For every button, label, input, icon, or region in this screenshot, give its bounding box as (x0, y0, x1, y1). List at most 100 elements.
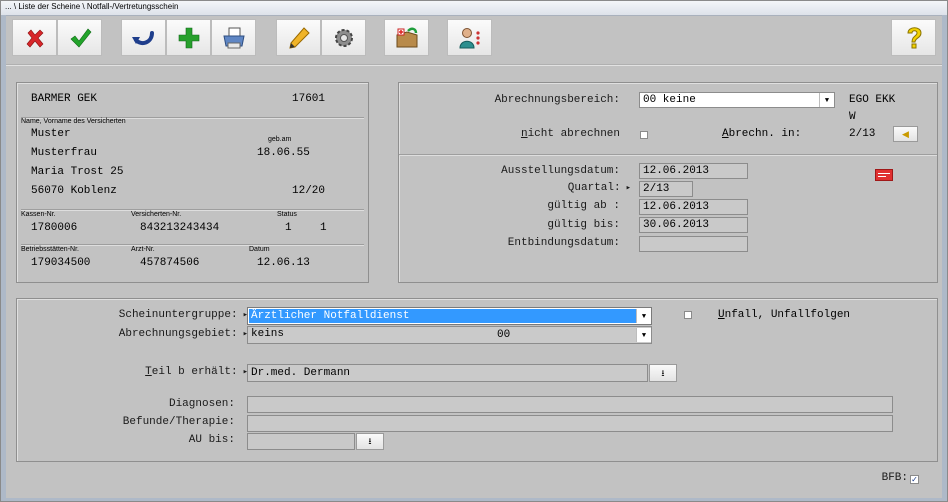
gebiet-label: Abrechnungsgebiet: (119, 328, 248, 340)
window-title: ... \ Liste der Scheine \ Notfall-/Vertr… (5, 2, 179, 11)
status-value-2: 1 (320, 222, 327, 234)
patient-city: 56070 Koblenz (31, 185, 117, 197)
edit-button[interactable] (276, 19, 321, 56)
versicherten-nr: 843213243434 (140, 222, 220, 234)
card-date: 12.06.13 (257, 257, 310, 269)
printer-icon (222, 27, 245, 48)
unfall-checkbox[interactable] (684, 311, 692, 319)
download-arrow-icon: ⭳ (368, 436, 372, 446)
chevron-down-icon[interactable]: ▼ (636, 309, 651, 323)
abrechn-in-hotkey: A (722, 128, 729, 140)
insurance-card-panel: BARMER GEK 17601 Name, Vorname des Versi… (16, 82, 369, 283)
teil-b-dropdown-button[interactable]: ⭳ (649, 364, 677, 382)
billing-panel: Abrechnungsbereich: 00 keine ▼ EGO EKK W… (398, 82, 938, 283)
pencil-icon (288, 26, 310, 49)
patient-last-name: Muster (31, 128, 71, 140)
status-value-1: 1 (285, 222, 292, 234)
settings-button[interactable] (321, 19, 366, 56)
ausstellungsdatum-field[interactable]: 12.06.2013 (639, 163, 748, 179)
birth-date: 18.06.55 (257, 147, 310, 159)
patient-button[interactable] (447, 19, 492, 56)
bsnr-label: Betriebsstätten-Nr. (21, 246, 79, 253)
gueltig-bis-label: gültig bis: (547, 219, 620, 231)
diagnosen-field[interactable] (247, 396, 893, 413)
abrechnungsbereich-label: Abrechnungsbereich: (494, 94, 620, 106)
arzt-nr: 457874506 (140, 257, 200, 269)
bfb-checkbox[interactable]: ✓ (910, 475, 919, 484)
unfall-text: nfall, Unfallfolgen (724, 309, 851, 321)
window-frame-right (942, 15, 947, 501)
diagnosen-label: Diagnosen: (168, 398, 235, 410)
unfall-hotkey: U (718, 309, 725, 321)
teil-b-label: Teil b erhält: (145, 366, 248, 378)
gear-icon (334, 28, 353, 47)
teil-b-field[interactable]: Dr.med. Dermann (247, 364, 648, 382)
gebiet-value: keins (251, 328, 285, 340)
befunde-field[interactable] (247, 415, 893, 432)
abrechnungsbereich-select[interactable]: 00 keine ▼ (639, 92, 835, 108)
datum-label: Datum (249, 246, 270, 253)
card-valid-until: 12/20 (292, 185, 326, 197)
confirm-button[interactable] (57, 19, 102, 56)
untergruppe-select[interactable]: Ärztlicher Notfalldienst ▼ (247, 307, 652, 325)
undo-button[interactable] (121, 19, 166, 56)
nicht-abrechnen-label: nicht abrechnen (521, 128, 620, 140)
entbindungsdatum-label: Entbindungsdatum: (507, 237, 620, 249)
gebiet-code: 00 (497, 329, 511, 341)
befunde-label: Befunde/Therapie: (122, 416, 235, 428)
add-button[interactable] (166, 19, 211, 56)
title-bar[interactable]: ... \ Liste der Scheine \ Notfall-/Vertr… (1, 1, 947, 16)
nicht-abrechnen-checkbox[interactable] (640, 131, 648, 139)
abrechn-in-value: 2/13 (849, 128, 876, 140)
abrechn-in-button[interactable]: ◀ (893, 126, 918, 142)
chevron-down-icon[interactable]: ▼ (819, 93, 834, 107)
kasse-code: 17601 (292, 93, 326, 105)
gueltig-bis-field[interactable]: 30.06.2013 (639, 217, 748, 233)
download-arrow-icon: ⭳ (661, 368, 665, 378)
red-x-icon (26, 29, 43, 47)
nicht-abrechnen-text: icht abrechnen (527, 128, 620, 140)
abrechn-in-label: Abrechn. in: (722, 128, 801, 140)
entbindungsdatum-field[interactable] (639, 236, 748, 252)
kassen-nr-label: Kassen-Nr. (21, 211, 56, 218)
ego-sub: W (849, 111, 856, 123)
abrechn-in-text: brechn. in: (728, 128, 802, 140)
small-arrow-icon: ◀ (902, 129, 909, 139)
question-mark-icon (906, 26, 922, 48)
help-button[interactable] (891, 19, 936, 56)
au-bis-label: AU bis: (188, 434, 235, 446)
chevron-down-icon[interactable]: ▼ (636, 328, 651, 342)
gueltig-ab-label: gültig ab : (547, 200, 620, 212)
abrechnungsbereich-value: 00 keine (643, 94, 696, 106)
status-label: Status (277, 211, 297, 218)
app-window: ... \ Liste der Scheine \ Notfall-/Vertr… (0, 0, 948, 502)
patient-first-name: Musterfrau (31, 147, 98, 159)
teil-b-text: eil b erhält: (151, 366, 238, 378)
untergruppe-label: Scheinuntergruppe: (119, 309, 248, 321)
au-bis-field[interactable] (247, 433, 355, 450)
teil-b-hotkey: T (145, 366, 152, 378)
gueltig-ab-field[interactable]: 12.06.2013 (639, 199, 748, 215)
kassen-nr: 1780006 (31, 222, 78, 234)
patient-street: Maria Trost 25 (31, 166, 124, 178)
client-area: BARMER GEK 17601 Name, Vorname des Versi… (6, 16, 942, 498)
bfb-label: BFB: (881, 472, 908, 484)
cancel-button[interactable] (12, 19, 57, 56)
ego-label: EGO EKK (849, 94, 896, 106)
unfall-label: Unfall, Unfallfolgen (718, 309, 850, 321)
geb-label: geb.am (268, 136, 292, 143)
card-divider (21, 209, 364, 211)
arzt-nr-label: Arzt-Nr. (131, 246, 155, 253)
green-check-icon (70, 28, 91, 47)
billing-divider (399, 154, 937, 156)
transfer-button[interactable] (384, 19, 429, 56)
undo-arrow-icon (131, 30, 154, 45)
green-plus-icon (178, 27, 199, 48)
quartal-label: Quartal: (568, 182, 631, 194)
au-bis-dropdown-button[interactable]: ⭳ (356, 433, 384, 450)
quartal-field[interactable]: 2/13 (639, 181, 693, 197)
card-icon[interactable] (875, 169, 893, 181)
gebiet-select[interactable]: keins 00 ▼ (247, 326, 652, 344)
box-transfer-icon (396, 27, 417, 47)
print-button[interactable] (211, 19, 256, 56)
